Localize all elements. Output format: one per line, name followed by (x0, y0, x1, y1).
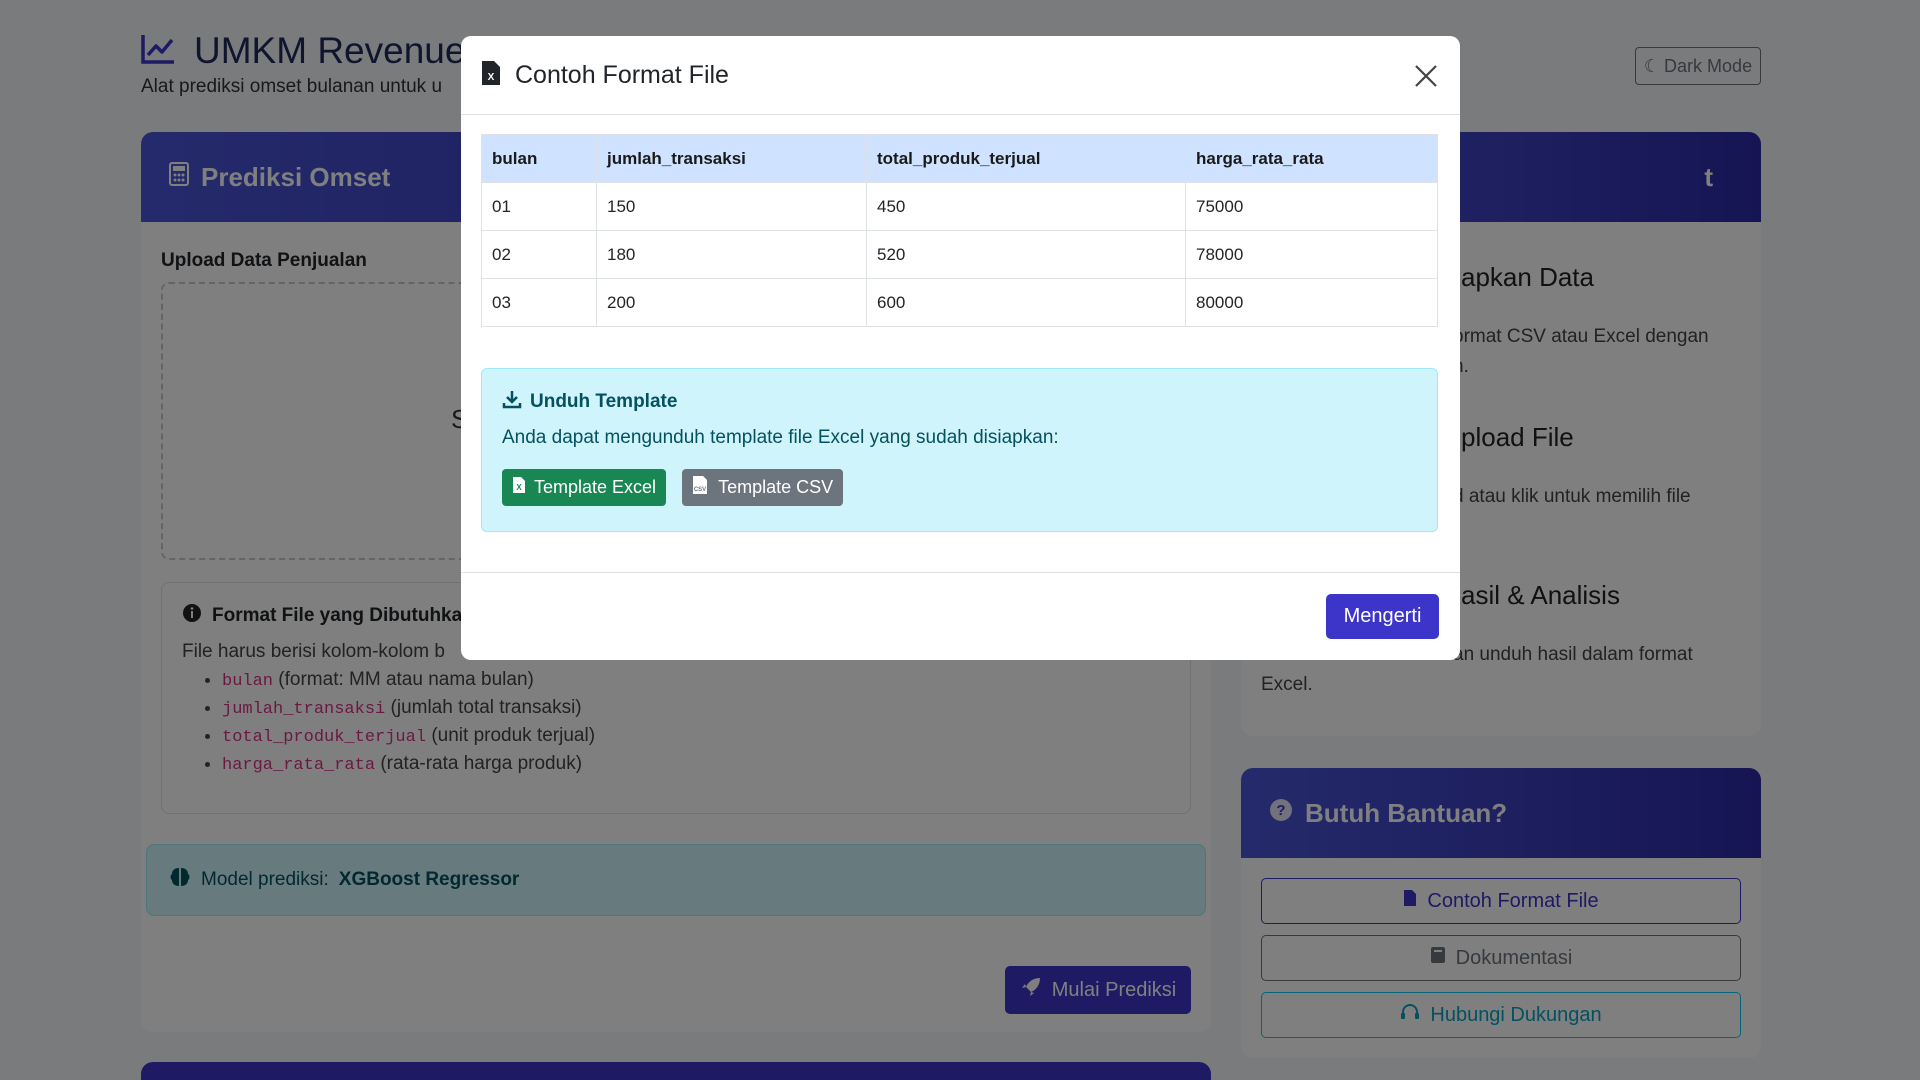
column-header: total_produk_terjual (866, 134, 1186, 183)
column-header: jumlah_transaksi (596, 134, 867, 183)
table-row: 02 180 520 78000 (481, 230, 1438, 279)
table-cell: 600 (866, 278, 1186, 327)
table-header-row: bulan jumlah_transaksi total_produk_terj… (481, 134, 1438, 183)
close-icon[interactable] (1410, 60, 1442, 92)
download-icon (502, 389, 522, 415)
file-excel-icon: X (481, 60, 501, 91)
modal-footer-divider (461, 572, 1460, 573)
table-cell: 75000 (1185, 182, 1438, 231)
table-cell: 450 (866, 182, 1186, 231)
table-cell: 03 (481, 278, 597, 327)
template-csv-button[interactable]: CSV Template CSV (682, 469, 844, 506)
column-header: harga_rata_rata (1185, 134, 1438, 183)
template-description: Anda dapat mengunduh template file Excel… (502, 427, 1059, 448)
column-header: bulan (481, 134, 597, 183)
template-excel-label: Template Excel (534, 477, 657, 497)
table-cell: 01 (481, 182, 597, 231)
page: UMKM Revenue Alat prediksi omset bulanan… (0, 0, 1920, 1080)
understood-button[interactable]: Mengerti (1326, 594, 1439, 639)
table-cell: 78000 (1185, 230, 1438, 279)
template-excel-button[interactable]: X Template Excel (502, 469, 667, 506)
format-table: bulan jumlah_transaksi total_produk_terj… (481, 134, 1438, 327)
svg-text:X: X (488, 72, 495, 83)
table-row: 03 200 600 80000 (481, 278, 1438, 327)
modal-title: Contoh Format File (515, 60, 729, 89)
table-cell: 150 (596, 182, 867, 231)
table-cell: 80000 (1185, 278, 1438, 327)
template-title: Unduh Template (530, 391, 678, 412)
format-modal: X Contoh Format File bulan jumlah_transa… (461, 36, 1460, 660)
template-download-box: Unduh Template Anda dapat mengunduh temp… (481, 368, 1438, 532)
table-cell: 180 (596, 230, 867, 279)
table-cell: 520 (866, 230, 1186, 279)
table-row: 01 150 450 75000 (481, 182, 1438, 231)
file-csv-icon: CSV (692, 475, 710, 500)
table-cell: 02 (481, 230, 597, 279)
file-excel-icon: X (512, 476, 526, 499)
svg-text:CSV: CSV (694, 487, 706, 493)
svg-text:X: X (516, 483, 522, 492)
table-cell: 200 (596, 278, 867, 327)
template-csv-label: Template CSV (718, 477, 834, 497)
modal-header: X Contoh Format File (461, 36, 1460, 115)
